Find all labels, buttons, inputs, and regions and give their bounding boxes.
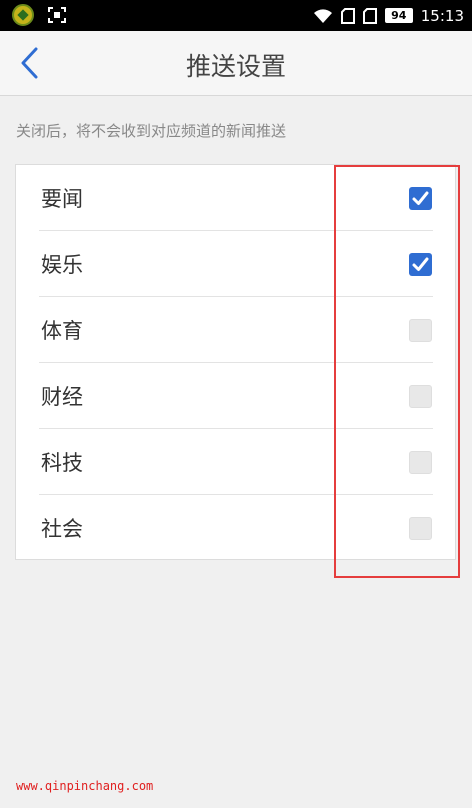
scan-icon <box>48 7 66 23</box>
channel-label: 要闻 <box>41 187 83 211</box>
channel-label: 社会 <box>41 517 83 541</box>
header-bar: 推送设置 <box>0 31 472 96</box>
channel-label: 科技 <box>41 451 83 475</box>
battery-indicator: 94 <box>384 8 413 23</box>
channel-label: 体育 <box>41 319 83 343</box>
wifi-icon <box>313 8 332 23</box>
hint-text: 关闭后，将不会收到对应频道的新闻推送 <box>16 122 287 140</box>
highlight-box <box>334 165 460 578</box>
status-time: 15:13 <box>420 6 464 25</box>
sim-card-icon <box>362 7 377 24</box>
watermark: www.qinpinchang.com <box>16 779 154 793</box>
channel-label: 娱乐 <box>41 253 83 277</box>
app-notification-icon <box>12 4 34 26</box>
channel-label: 财经 <box>41 385 83 409</box>
page-title: 推送设置 <box>185 52 286 81</box>
sim-card-icon <box>340 7 355 24</box>
status-bar: 94 15:13 <box>0 0 472 31</box>
